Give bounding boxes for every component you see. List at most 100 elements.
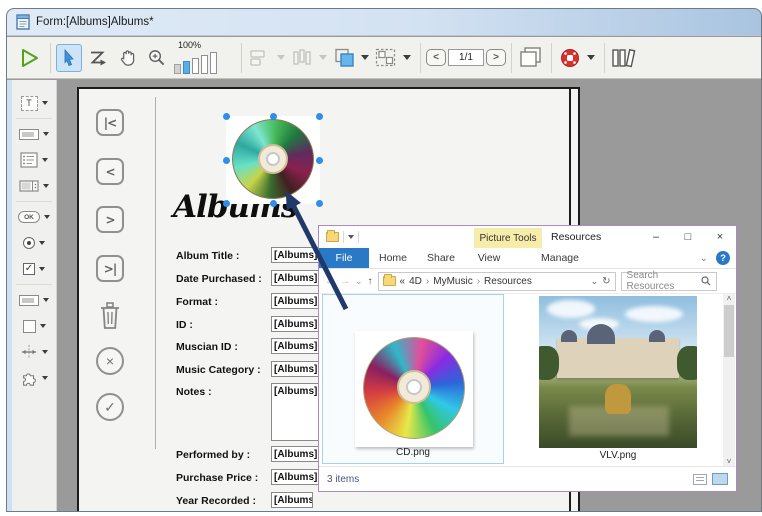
- align-dropdown-caret[interactable]: [277, 55, 285, 60]
- entry-order-tool-button[interactable]: [85, 44, 111, 72]
- align-objects-button[interactable]: [247, 44, 273, 72]
- file-item-vlv[interactable]: VLV.png: [537, 295, 699, 463]
- views-dropdown-caret[interactable]: [587, 55, 595, 60]
- tool-input-field[interactable]: [12, 121, 56, 147]
- tool-caret[interactable]: [42, 376, 48, 380]
- distribute-objects-button[interactable]: [289, 44, 315, 72]
- tool-caret[interactable]: [43, 132, 49, 136]
- tool-caret[interactable]: [39, 241, 45, 245]
- tab-view[interactable]: View: [465, 248, 513, 268]
- maximize-button[interactable]: □: [672, 226, 704, 248]
- tool-static-text[interactable]: T: [12, 90, 56, 116]
- file-name-cd[interactable]: CD.png: [323, 447, 503, 458]
- tab-file[interactable]: File: [319, 248, 369, 268]
- tool-plugin-area[interactable]: [12, 365, 56, 391]
- content-scrollbar[interactable]: ˄ ˅: [723, 294, 735, 466]
- accept-button[interactable]: ✓: [96, 393, 124, 421]
- group-objects-button[interactable]: [373, 44, 399, 72]
- path-chevrons[interactable]: «: [400, 276, 406, 287]
- file-item-cd[interactable]: CD.png: [322, 294, 504, 464]
- tool-button[interactable]: OK: [12, 204, 56, 230]
- views-button[interactable]: [557, 44, 583, 72]
- field-input[interactable]: [Albums: [271, 492, 313, 508]
- zoom-bar-4[interactable]: [201, 55, 208, 74]
- tool-caret[interactable]: [42, 101, 48, 105]
- tool-caret[interactable]: [43, 184, 49, 188]
- zoom-bar-3[interactable]: [192, 58, 199, 74]
- up-button[interactable]: ↑: [368, 276, 373, 287]
- help-icon[interactable]: ?: [716, 251, 730, 265]
- selection-handle-nw[interactable]: [223, 113, 230, 120]
- tool-combo-box[interactable]: [12, 173, 56, 199]
- object-library-button[interactable]: [610, 44, 640, 72]
- close-button[interactable]: ×: [704, 226, 736, 248]
- selection-handle-e[interactable]: [316, 157, 323, 164]
- field-input[interactable]: [Albums]: [271, 316, 319, 332]
- back-button[interactable]: ←: [325, 276, 335, 287]
- first-record-button[interactable]: |<: [96, 109, 124, 136]
- move-tool-button[interactable]: [114, 44, 140, 72]
- tab-share[interactable]: Share: [417, 248, 465, 268]
- search-input[interactable]: Search Resources: [621, 272, 717, 291]
- previous-page-button[interactable]: <: [426, 49, 446, 66]
- tool-list-box[interactable]: [12, 147, 56, 173]
- next-page-button[interactable]: >: [486, 49, 506, 66]
- selection-handle-sw[interactable]: [223, 200, 230, 207]
- minimize-button[interactable]: –: [640, 226, 672, 248]
- tab-manage[interactable]: Manage: [527, 248, 593, 268]
- breadcrumb-mymusic[interactable]: MyMusic: [433, 276, 472, 287]
- execute-form-button[interactable]: [16, 44, 42, 72]
- file-name-vlv[interactable]: VLV.png: [537, 450, 699, 461]
- form-pages-button[interactable]: [517, 44, 543, 72]
- tab-home[interactable]: Home: [369, 248, 417, 268]
- distribute-dropdown-caret[interactable]: [319, 55, 327, 60]
- cancel-button[interactable]: ×: [96, 347, 124, 375]
- picture-tools-context-tab[interactable]: Picture Tools: [474, 228, 542, 248]
- scrollbar-thumb[interactable]: [724, 305, 734, 357]
- zoom-level-control[interactable]: 100%: [172, 40, 234, 76]
- zoom-bar-1[interactable]: [174, 64, 181, 74]
- selection-handle-s[interactable]: [270, 200, 277, 207]
- refresh-icon[interactable]: ↻: [602, 276, 610, 287]
- tool-rectangle[interactable]: [12, 313, 56, 339]
- minimize-ribbon-chevron[interactable]: ⌄: [700, 253, 708, 264]
- zoom-bars[interactable]: [174, 52, 217, 74]
- explorer-title-bar[interactable]: Picture Tools Resources – □ ×: [319, 226, 736, 248]
- address-dropdown-caret[interactable]: ⌄: [591, 276, 599, 287]
- layer-dropdown-caret[interactable]: [361, 55, 369, 60]
- tool-radio-button[interactable]: [12, 230, 56, 256]
- tool-caret[interactable]: [39, 267, 45, 271]
- selection-handle-ne[interactable]: [316, 113, 323, 120]
- next-record-button[interactable]: >: [96, 206, 124, 233]
- layer-order-button[interactable]: [331, 44, 357, 72]
- zoom-bar-2-active[interactable]: [183, 61, 190, 74]
- file-list-area[interactable]: CD.png VLV.png: [319, 294, 736, 466]
- tool-caret[interactable]: [42, 158, 48, 162]
- tool-caret[interactable]: [42, 350, 48, 354]
- tool-checkbox[interactable]: ✓: [12, 256, 56, 282]
- qat-dropdown-caret[interactable]: [348, 235, 354, 239]
- address-path-box[interactable]: « 4D › MyMusic › Resources ⌄ ↻: [378, 272, 616, 291]
- zoom-tool-button[interactable]: [143, 44, 169, 72]
- scroll-down-arrow[interactable]: ˅: [727, 457, 732, 466]
- thumbnail-view-icon[interactable]: [712, 473, 728, 485]
- tool-caret[interactable]: [40, 324, 46, 328]
- forward-button[interactable]: →: [340, 276, 350, 287]
- scroll-up-arrow[interactable]: ˄: [727, 294, 732, 303]
- tool-caret[interactable]: [43, 298, 49, 302]
- breadcrumb-4d[interactable]: 4D: [409, 276, 422, 287]
- selection-handle-se[interactable]: [316, 200, 323, 207]
- zoom-bar-5[interactable]: [210, 52, 217, 74]
- pointer-tool-button[interactable]: [56, 44, 82, 72]
- delete-record-button[interactable]: [99, 301, 121, 336]
- recent-locations-caret[interactable]: ⌄: [355, 276, 363, 287]
- tool-splitter[interactable]: [12, 339, 56, 365]
- details-view-icon[interactable]: [693, 474, 707, 485]
- breadcrumb-resources[interactable]: Resources: [484, 276, 532, 287]
- selection-handle-w[interactable]: [223, 157, 230, 164]
- title-bar[interactable]: Form:[Albums]Albums*: [7, 9, 761, 36]
- tool-caret[interactable]: [44, 215, 50, 219]
- last-record-button[interactable]: >|: [96, 255, 124, 282]
- tool-static-field[interactable]: [12, 287, 56, 313]
- previous-record-button[interactable]: <: [96, 158, 124, 185]
